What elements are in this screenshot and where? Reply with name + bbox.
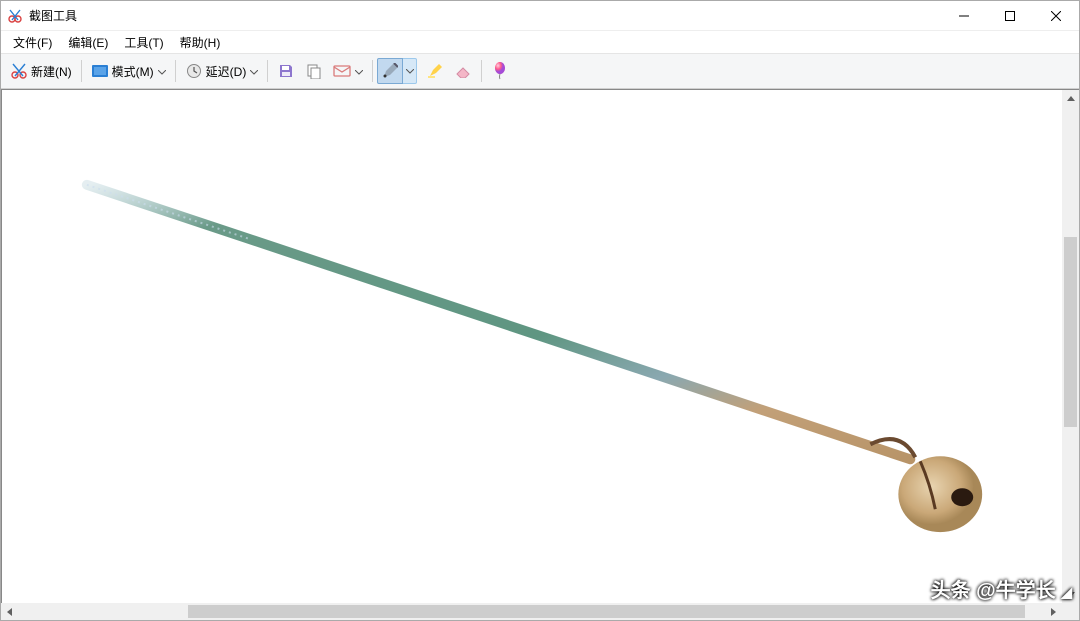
- app-window: 截图工具 文件(F) 编辑(E) 工具(T) 帮助(H) 新建(: [0, 0, 1080, 621]
- mode-label: 模式(M): [112, 63, 154, 80]
- save-icon: [277, 62, 295, 80]
- window-title: 截图工具: [29, 7, 77, 24]
- snip-content: [2, 90, 1078, 619]
- scroll-right-arrow[interactable]: [1045, 603, 1062, 620]
- maximize-button[interactable]: [987, 1, 1033, 31]
- new-snip-button[interactable]: 新建(N): [5, 58, 77, 84]
- delay-label: 延迟(D): [206, 63, 247, 80]
- canvas-area[interactable]: [1, 89, 1079, 620]
- eraser-icon: [454, 62, 472, 80]
- scroll-up-arrow[interactable]: [1062, 90, 1079, 107]
- scissors-icon: [10, 62, 28, 80]
- chevron-down-icon: [355, 62, 363, 80]
- clock-icon: [185, 62, 203, 80]
- separator: [81, 60, 82, 82]
- scroll-track[interactable]: [1062, 107, 1079, 586]
- vertical-scrollbar[interactable]: [1062, 90, 1079, 603]
- save-button[interactable]: [272, 58, 300, 84]
- pen-icon: [381, 62, 399, 80]
- highlighter-icon: [426, 62, 444, 80]
- menu-file[interactable]: 文件(F): [5, 32, 60, 53]
- chevron-down-icon: [158, 62, 166, 80]
- app-icon: [7, 8, 23, 24]
- separator: [481, 60, 482, 82]
- pen-button[interactable]: [377, 58, 403, 84]
- separator: [175, 60, 176, 82]
- toolbar: 新建(N) 模式(M) 延迟(D): [1, 53, 1079, 89]
- titlebar: 截图工具: [1, 1, 1079, 31]
- scroll-thumb[interactable]: [188, 605, 1025, 618]
- horizontal-scrollbar[interactable]: [1, 603, 1062, 620]
- minimize-button[interactable]: [941, 1, 987, 31]
- delay-button[interactable]: 延迟(D): [180, 58, 264, 84]
- menu-tools[interactable]: 工具(T): [116, 32, 171, 53]
- scroll-thumb[interactable]: [1064, 237, 1077, 427]
- copy-button[interactable]: [300, 58, 328, 84]
- mode-rect-icon: [91, 62, 109, 80]
- scroll-left-arrow[interactable]: [1, 603, 18, 620]
- separator: [372, 60, 373, 82]
- close-button[interactable]: [1033, 1, 1079, 31]
- chevron-down-icon: [406, 69, 414, 74]
- pen-dropdown[interactable]: [403, 58, 417, 84]
- chevron-down-icon: [250, 62, 258, 80]
- mail-icon: [333, 62, 351, 80]
- mode-button[interactable]: 模式(M): [86, 58, 171, 84]
- highlighter-button[interactable]: [421, 58, 449, 84]
- send-button[interactable]: [328, 58, 368, 84]
- menu-edit[interactable]: 编辑(E): [60, 32, 116, 53]
- menubar: 文件(F) 编辑(E) 工具(T) 帮助(H): [1, 31, 1079, 53]
- scroll-down-arrow[interactable]: [1062, 586, 1079, 603]
- new-snip-label: 新建(N): [31, 63, 72, 80]
- paint3d-button[interactable]: [486, 58, 514, 84]
- separator: [267, 60, 268, 82]
- menu-help[interactable]: 帮助(H): [172, 32, 229, 53]
- pen-tool-group: [377, 57, 417, 85]
- eraser-button[interactable]: [449, 58, 477, 84]
- scroll-corner: [1062, 603, 1079, 620]
- scroll-track[interactable]: [18, 603, 1045, 620]
- balloon-icon: [491, 62, 509, 80]
- copy-icon: [305, 62, 323, 80]
